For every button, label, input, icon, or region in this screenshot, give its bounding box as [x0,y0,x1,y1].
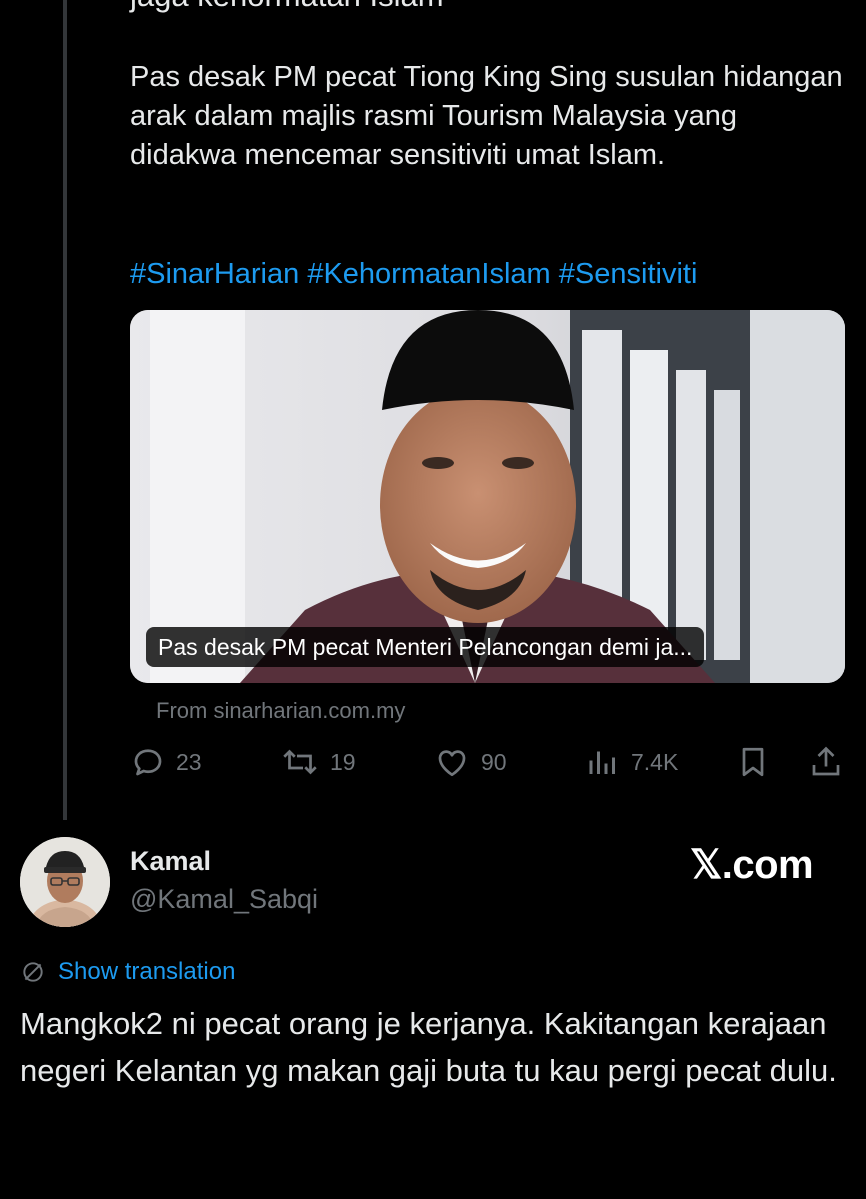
bookmark-button[interactable] [735,740,771,784]
hashtag-links[interactable]: #SinarHarian #KehormatanIslam #Sensitivi… [130,255,697,294]
retweet-icon [283,749,317,775]
thread-line [63,0,67,820]
views-count: 7.4K [631,748,679,775]
reply-count: 23 [176,748,202,775]
translate-icon [23,962,43,982]
views-button[interactable]: 7.4K [585,740,678,784]
reply-button[interactable]: 23 [130,740,202,784]
quoted-tweet-cut-text: jaga kehormatan Islam [130,0,444,16]
retweet-count: 19 [330,748,356,775]
like-button[interactable]: 90 [433,740,507,784]
avatar-image [20,837,110,927]
display-name[interactable]: Kamal [130,846,211,877]
user-handle[interactable]: @Kamal_Sabqi [130,884,318,915]
bookmark-icon [742,747,764,777]
retweet-button[interactable]: 19 [280,740,356,784]
card-source[interactable]: From sinarharian.com.my [156,696,405,726]
avatar[interactable] [20,837,110,927]
quoted-tweet-text: Pas desak PM pecat Tiong King Sing susul… [130,61,843,171]
like-count: 90 [481,748,507,775]
x-logo: 𝕏.com [690,843,814,887]
share-button[interactable] [808,740,844,784]
views-icon [589,751,615,774]
show-translation-button[interactable]: Show translation [20,955,235,989]
action-bar: 23 19 90 7.4K [130,740,845,784]
card-caption: Pas desak PM pecat Menteri Pelancongan d… [146,627,705,667]
like-icon [438,750,466,777]
show-translation-label: Show translation [58,958,236,985]
reply-text: Mangkok2 ni pecat orang je kerjanya. Kak… [20,1006,837,1088]
share-icon [812,746,840,776]
reply-icon [134,749,162,776]
